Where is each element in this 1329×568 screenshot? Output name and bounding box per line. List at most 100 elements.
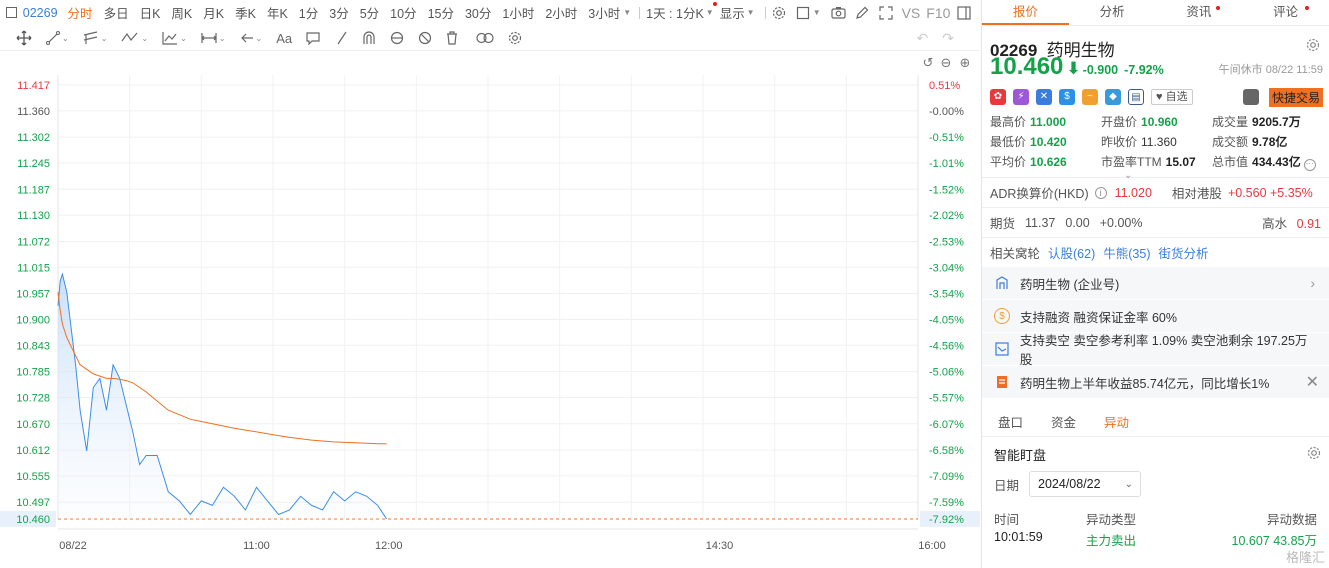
warrant-street-link[interactable]: 街货分析 [1158,243,1208,262]
market-status: 午间休市 08/22 11:59 [1218,64,1323,76]
news-item-company[interactable]: 药明生物 (企业号) › [982,267,1329,300]
stat-pe[interactable]: 市盈率TTM 15.07 [1101,153,1212,171]
comment-tool-icon[interactable] [306,31,320,45]
display-chevron-icon[interactable]: ▼ [747,8,755,17]
period-tab-3h[interactable]: 3小时 [588,3,620,22]
wave-tool-icon[interactable]: ⌄ [121,31,148,45]
quote-settings-gear-icon[interactable] [1306,38,1320,52]
y2-tick-label: -0.51% [929,132,964,144]
subtab-anomaly[interactable]: 异动 [1104,412,1129,431]
trash-icon[interactable] [446,31,458,45]
stock-code-link[interactable]: 02269 [23,6,58,20]
warrant-call-link[interactable]: 认股(62) [1048,243,1095,262]
channel-tool-icon[interactable]: ⌄ [83,31,107,45]
interval-select[interactable]: 1天 : 1分K [646,3,704,22]
tag-icon[interactable]: ◆ [1105,89,1121,105]
period-tab-year[interactable]: 年K [267,3,288,22]
y-tick-label: 10.843 [16,340,50,352]
f10-button[interactable]: F10 [926,5,950,21]
display-menu[interactable]: 显示 [720,3,745,22]
period-tab-month[interactable]: 月K [203,3,224,22]
stat-label: 成交额 [1212,135,1249,149]
tab-comments-label: 评论 [1273,5,1299,19]
magnet-icon[interactable] [362,31,376,45]
hk-flag-icon[interactable]: ✿ [990,89,1006,105]
quote-header: 02269 药明生物 [982,26,1329,60]
subtab-capital[interactable]: 资金 [1051,412,1076,431]
settings-gear-icon[interactable] [772,5,788,21]
sidebar-toggle-icon[interactable] [6,7,17,18]
layout-square-icon[interactable] [795,5,811,21]
smart-settings-gear-icon[interactable] [1307,446,1321,463]
layout-chevron-icon[interactable]: ▼ [813,8,821,17]
chart-zoom-icon[interactable]: ⊖ [941,56,952,71]
period-tab-5m[interactable]: 5分 [360,3,379,22]
margin-icon[interactable]: $ [1059,89,1075,105]
info-icon[interactable]: i [1094,186,1107,199]
period-tab-quarter[interactable]: 季K [235,3,256,22]
chart-zoom-icon[interactable]: ⊕ [960,56,971,71]
undo-redo-icons[interactable]: ↶↷ [917,30,968,47]
stat-label: 最低价 [990,135,1027,149]
trendline-tool-icon[interactable]: ⌄ [46,31,69,45]
intraday-chart[interactable]: 11.417 0.51% 11.360 -0.00% 11.302 -0.51% 11.24… [0,52,980,568]
close-icon[interactable]: ✕ [1306,372,1319,392]
period-tab-3m[interactable]: 3分 [329,3,348,22]
news-item-shortsell[interactable]: 支持卖空 卖空参考利率 1.09% 卖空池剩余 197.25万股 [982,333,1329,367]
tab-quote[interactable]: 报价 [982,0,1069,25]
hide-drawing-icon[interactable] [418,31,432,45]
tab-news[interactable]: 资讯 [1156,0,1243,25]
move-cross-icon[interactable] [16,30,32,46]
alert-bell-icon[interactable] [1243,89,1259,105]
table-row[interactable]: 10:01:59 主力卖出 10.607 43.85万 [982,527,1329,549]
period-tab-30m[interactable]: 30分 [465,3,491,22]
camera-icon[interactable] [831,5,847,21]
period-tab-multiday[interactable]: 多日 [104,3,129,22]
chart-svg[interactable]: 11.417 0.51% 11.360 -0.00% 11.302 -0.51% 11.24… [0,52,980,568]
quick-trade-button[interactable]: 快捷交易 [1268,88,1323,107]
warrant-icon[interactable]: ~ [1082,89,1098,105]
y-tick-label: 10.670 [16,419,50,431]
add-favorite-button[interactable]: ♥ 自选 [1151,89,1193,105]
period-tab-1m[interactable]: 1分 [299,3,318,22]
pattern-tool-icon[interactable]: ⌄ [162,31,187,45]
news-item-earnings[interactable]: 药明生物上半年收益85.74亿元，同比增长1% ✕ [982,366,1329,399]
y-tick-label: 11.302 [17,132,50,144]
more-ellipsis-icon[interactable]: ··· [1303,159,1316,171]
shortsell-icon[interactable]: ✕ [1036,89,1052,105]
lock-drawing-icon[interactable] [390,31,404,45]
vs-button[interactable]: VS [902,5,921,21]
stat-high: 最高价 11.000 [990,113,1101,130]
period-tab-week[interactable]: 周K [171,3,192,22]
more-periods-chevron-icon[interactable]: ▼ [623,8,631,17]
chart-zoom-icon[interactable]: ↺ [923,56,934,71]
text-tool-icon[interactable]: Aa [276,31,292,46]
y2-tick-label: -2.53% [929,236,964,248]
period-tab-15m[interactable]: 15分 [428,3,454,22]
tab-comments[interactable]: 评论 [1242,0,1329,25]
arrow-tool-icon[interactable]: ⌄ [240,31,262,45]
period-tab-day[interactable]: 日K [140,3,161,22]
futures-row: 期货 11.37 0.00 +0.00% 高水 0.91 [982,208,1329,237]
panel-toggle-icon[interactable] [956,5,972,21]
document-icon[interactable]: ▤ [1128,89,1144,105]
interval-chevron-icon[interactable]: ▼ [706,8,714,17]
measure-tool-icon[interactable]: ⌄ [200,31,226,45]
date-select[interactable]: 2024/08/22 ⌄ [1029,471,1142,497]
period-tab-10m[interactable]: 10分 [390,3,416,22]
fullscreen-icon[interactable] [878,5,894,21]
period-tab-1h[interactable]: 1小时 [502,3,534,22]
news-item-margin[interactable]: $ 支持融资 融资保证金率 60% [982,300,1329,333]
connect-icon[interactable]: ⚡ [1013,89,1029,105]
y2-tick-label: -5.06% [929,367,964,379]
period-tab-2h[interactable]: 2小时 [545,3,577,22]
period-tab-fenshi[interactable]: 分时 [68,3,93,22]
subtab-orderbook[interactable]: 盘口 [998,412,1023,431]
ruler-tool-icon[interactable] [336,31,348,45]
link-icon[interactable] [476,32,494,44]
drawing-settings-icon[interactable] [508,31,522,45]
price-area [58,274,387,519]
pencil-icon[interactable] [854,5,870,21]
tab-analysis[interactable]: 分析 [1069,0,1156,25]
warrant-bull-link[interactable]: 牛熊(35) [1103,243,1150,262]
